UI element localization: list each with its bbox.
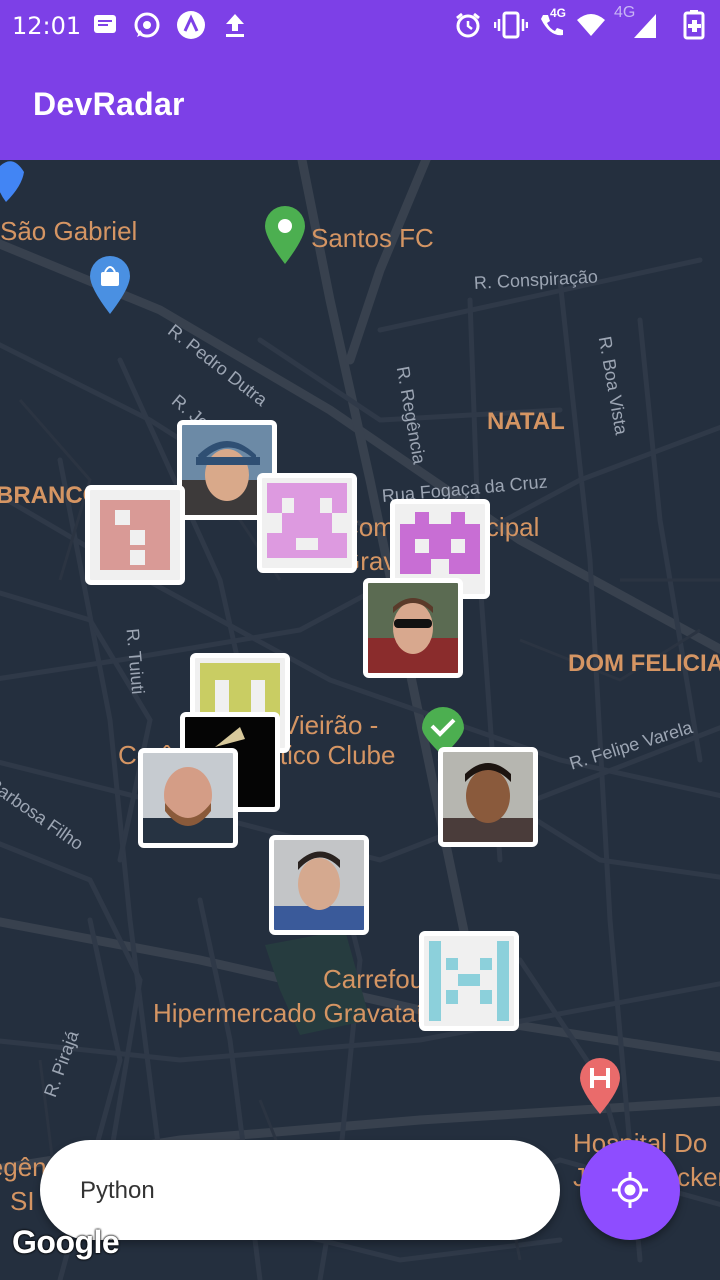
vibrate-icon: [494, 10, 528, 40]
wifi-icon: [576, 10, 606, 40]
status-time: 12:01: [12, 12, 82, 40]
my-location-button[interactable]: [580, 1140, 680, 1240]
status-bar: 12:01 4G 4G: [0, 0, 720, 52]
district-label-dom-felicia: DOM FELICIA: [568, 650, 720, 677]
app-bar: DevRadar: [0, 52, 720, 160]
arrow-app-icon: [176, 10, 206, 40]
network-label: 4G: [550, 6, 567, 20]
network-label-secondary: 4G: [614, 4, 636, 21]
battery-charging-icon: [682, 10, 708, 40]
google-attribution-logo: Google: [12, 1224, 120, 1260]
whatsapp-icon: [133, 10, 161, 40]
dev-avatar-marker[interactable]: [85, 485, 185, 585]
upload-icon: [224, 10, 246, 40]
map-view[interactable]: São Gabriel Santos FC NATAL BRANCO DOM F…: [0, 160, 720, 1280]
app-title: DevRadar: [33, 86, 185, 122]
app-root: 12:01 4G 4G DevRadar São Gabriel Santos …: [0, 0, 720, 1280]
map-poi-pin-hospital[interactable]: [578, 1056, 622, 1121]
map-poi-pin-santos[interactable]: [263, 204, 307, 271]
my-location-icon: [612, 1172, 648, 1208]
alarm-icon: [454, 10, 482, 40]
dev-avatar-marker[interactable]: [269, 835, 369, 935]
place-label-santos-fc: Santos FC: [311, 223, 434, 253]
district-label-natal: NATAL: [487, 408, 565, 435]
place-label-carrefour-line1: Carrefour: [323, 964, 433, 994]
place-label-carrefour-line2: Hipermercado Gravataí: [153, 998, 424, 1028]
dev-avatar-marker[interactable]: [138, 748, 238, 848]
place-label-left-bottom-2: SI: [10, 1186, 35, 1216]
search-input-value[interactable]: Python: [80, 1177, 155, 1205]
signal-icon: 4G: [612, 4, 658, 40]
map-poi-pin-store[interactable]: [0, 160, 26, 209]
message-icon: [92, 10, 118, 40]
volte-call-icon: 4G: [538, 6, 566, 40]
dev-avatar-marker[interactable]: [257, 473, 357, 573]
dev-avatar-marker[interactable]: [363, 578, 463, 678]
dev-avatar-marker[interactable]: [419, 931, 519, 1031]
place-label-sao-gabriel: São Gabriel: [0, 216, 138, 246]
dev-avatar-marker[interactable]: [438, 747, 538, 847]
place-label-left-bottom-1: Regên: [0, 1152, 47, 1182]
map-poi-pin-shopping[interactable]: [88, 254, 132, 321]
